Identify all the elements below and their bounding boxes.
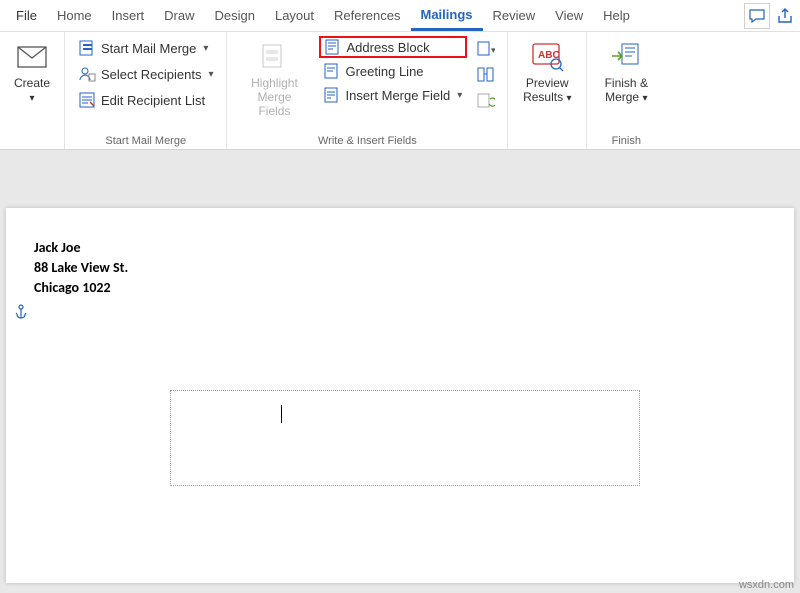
ribbon: Create▾ Start Mail Merge ▾ Select Recipi… <box>0 32 800 150</box>
sender-street: 88 Lake View St. <box>34 258 766 278</box>
select-recipients-label: Select Recipients <box>101 67 201 82</box>
sender-city: Chicago 1022 <box>34 278 766 298</box>
sender-name: Jack Joe <box>34 238 766 258</box>
match-fields-button[interactable] <box>475 64 497 86</box>
preview-results-button[interactable]: ABC PreviewResults ▾ <box>516 36 578 145</box>
document-canvas: Jack Joe 88 Lake View St. Chicago 1022 <box>0 150 800 593</box>
sender-address-block[interactable]: Jack Joe 88 Lake View St. Chicago 1022 <box>34 238 766 298</box>
preview-icon: ABC <box>530 42 564 72</box>
create-envelopes-button[interactable]: Create▾ <box>8 36 56 145</box>
highlight-l1: Highlight <box>251 76 298 90</box>
text-cursor <box>281 405 282 423</box>
menu-tabs: File Home Insert Draw Design Layout Refe… <box>0 0 800 32</box>
anchor-icon <box>14 304 28 320</box>
address-block-button[interactable]: Address Block <box>319 36 467 58</box>
create-label: Create <box>14 76 50 90</box>
envelope-icon <box>17 46 47 68</box>
address-block-icon <box>325 39 341 55</box>
greeting-icon <box>324 63 340 79</box>
chevron-down-icon: ▾ <box>203 43 208 54</box>
highlight-l2: Merge Fields <box>257 90 291 118</box>
recipient-text-frame[interactable] <box>170 390 640 486</box>
group-start-label: Start Mail Merge <box>73 133 218 147</box>
finish-l1: Finish & <box>605 76 648 90</box>
tab-view[interactable]: View <box>545 2 593 29</box>
share-button[interactable] <box>776 7 794 25</box>
tab-references[interactable]: References <box>324 2 410 29</box>
tab-home[interactable]: Home <box>47 2 102 29</box>
group-finish: Finish &Merge ▾ Finish <box>587 32 665 149</box>
match-fields-icon <box>477 67 495 83</box>
select-recipients-button[interactable]: Select Recipients ▾ <box>73 62 218 86</box>
document-start-icon <box>78 39 96 57</box>
svg-text:▾: ▾ <box>491 45 495 55</box>
preview-l2: Results <box>523 90 563 104</box>
tab-insert[interactable]: Insert <box>102 2 155 29</box>
update-labels-button[interactable] <box>475 90 497 112</box>
tab-review[interactable]: Review <box>483 2 546 29</box>
group-preview-label <box>516 145 578 147</box>
group-create-label <box>8 145 56 147</box>
edit-list-icon <box>78 91 96 109</box>
envelope-page[interactable]: Jack Joe 88 Lake View St. Chicago 1022 <box>6 208 794 583</box>
tab-layout[interactable]: Layout <box>265 2 324 29</box>
edit-recipient-list-button[interactable]: Edit Recipient List <box>73 88 218 112</box>
highlight-merge-fields-button[interactable]: HighlightMerge Fields <box>235 36 313 133</box>
tab-mailings[interactable]: Mailings <box>411 1 483 31</box>
greeting-line-label: Greeting Line <box>345 64 423 79</box>
finish-l2: Merge <box>605 90 639 104</box>
chevron-down-icon: ▾ <box>457 90 462 101</box>
group-finish-label: Finish <box>595 133 657 147</box>
tab-help[interactable]: Help <box>593 2 640 29</box>
insert-merge-field-button[interactable]: Insert Merge Field ▾ <box>319 84 467 106</box>
comments-button[interactable] <box>744 3 770 29</box>
insert-field-icon <box>324 87 340 103</box>
finish-merge-button[interactable]: Finish &Merge ▾ <box>595 36 657 133</box>
start-mail-merge-label: Start Mail Merge <box>101 41 196 56</box>
greeting-line-button[interactable]: Greeting Line <box>319 60 467 82</box>
tab-file[interactable]: File <box>6 2 47 29</box>
group-create: Create▾ <box>0 32 65 149</box>
group-write-insert-label: Write & Insert Fields <box>235 133 499 147</box>
edit-recipient-label: Edit Recipient List <box>101 93 205 108</box>
group-write-insert: HighlightMerge Fields Address Block Gree… <box>227 32 508 149</box>
rules-button[interactable]: ▾ <box>475 38 497 60</box>
group-preview: ABC PreviewResults ▾ <box>508 32 587 149</box>
start-mail-merge-button[interactable]: Start Mail Merge ▾ <box>73 36 218 60</box>
update-labels-icon <box>477 93 495 109</box>
insert-merge-field-label: Insert Merge Field <box>345 88 450 103</box>
tab-draw[interactable]: Draw <box>154 2 204 29</box>
speech-bubble-icon <box>749 9 765 23</box>
group-start-mail-merge: Start Mail Merge ▾ Select Recipients ▾ E… <box>65 32 227 149</box>
finish-icon <box>610 42 642 72</box>
tab-design[interactable]: Design <box>205 2 265 29</box>
highlight-icon <box>260 42 288 72</box>
watermark: wsxdn.com <box>739 579 794 591</box>
address-block-label: Address Block <box>346 40 429 55</box>
recipients-icon <box>78 65 96 83</box>
rules-icon: ▾ <box>477 41 495 57</box>
chevron-down-icon: ▾ <box>208 69 213 80</box>
preview-l1: Preview <box>526 76 569 90</box>
share-icon <box>776 7 794 25</box>
